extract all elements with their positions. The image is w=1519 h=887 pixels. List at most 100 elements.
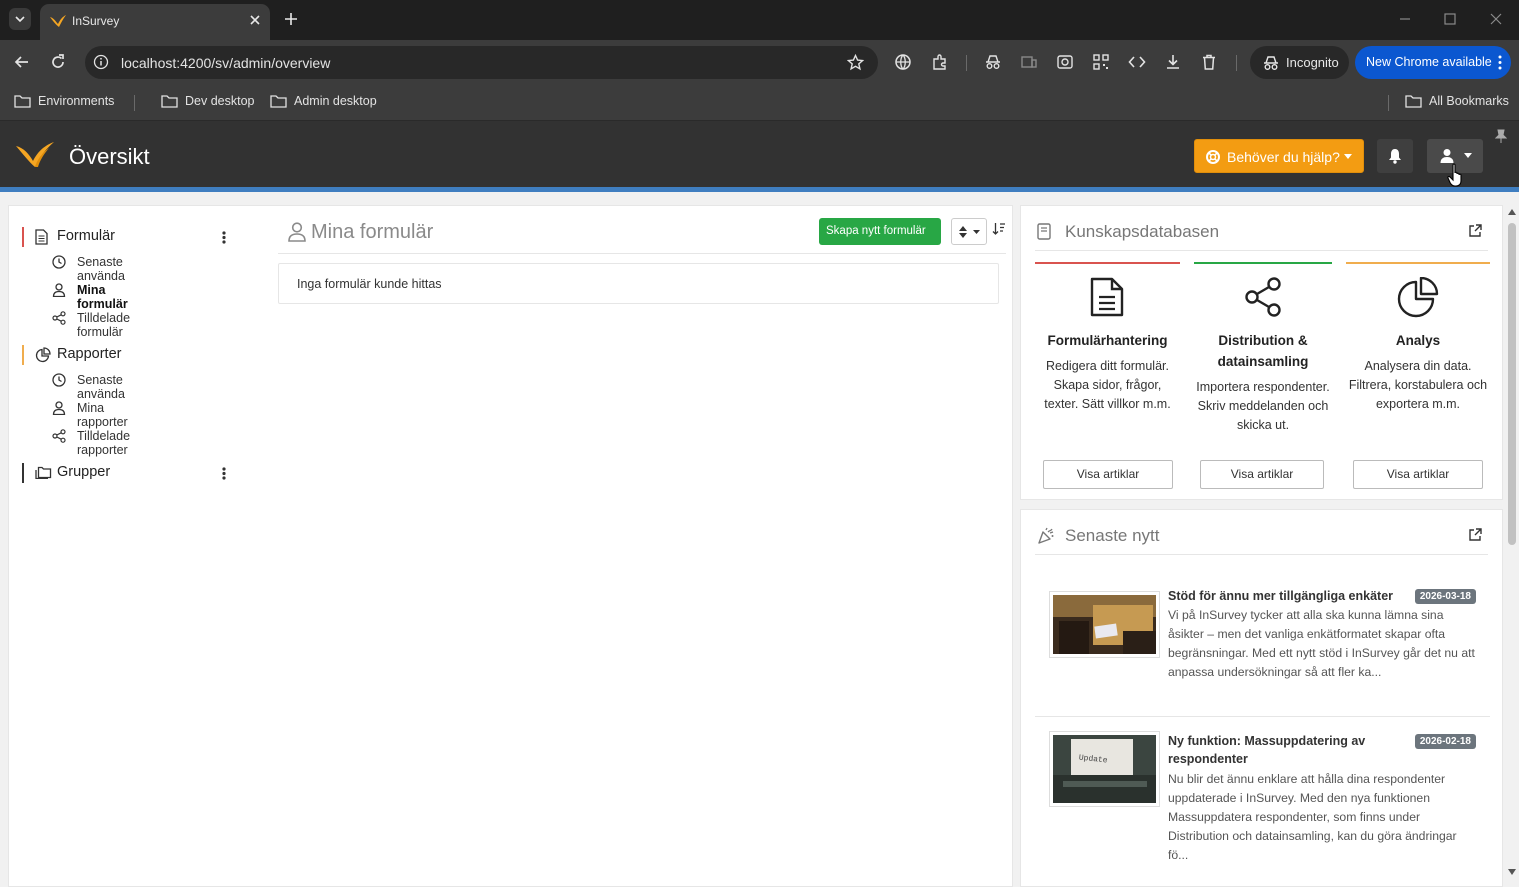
news-item[interactable]: Update Ny funktion: Massuppdatering av r… bbox=[1035, 717, 1490, 886]
knowledge-header: Kunskapsdatabasen bbox=[1021, 206, 1502, 251]
extensions-icon[interactable] bbox=[931, 53, 949, 71]
sidebar-item-label: Senaste använda bbox=[77, 373, 125, 401]
kebab-menu-icon bbox=[1498, 55, 1502, 70]
user-icon bbox=[288, 222, 306, 242]
book-icon bbox=[1037, 223, 1051, 240]
kb-color-bar bbox=[1194, 262, 1332, 264]
close-icon[interactable] bbox=[248, 13, 262, 27]
pie-chart-icon bbox=[1397, 277, 1439, 318]
news-item-title: Ny funktion: Massuppdatering av responde… bbox=[1168, 734, 1366, 766]
sidebar-item-label: Senaste använda bbox=[77, 255, 125, 283]
qr-code-icon[interactable] bbox=[1092, 53, 1110, 71]
hand-cursor-icon bbox=[1447, 163, 1462, 187]
new-chrome-button[interactable]: New Chrome available bbox=[1355, 46, 1511, 79]
code-icon[interactable] bbox=[1128, 53, 1146, 71]
bookmark-admin-desktop[interactable]: Admin desktop bbox=[270, 94, 377, 108]
sort-direction-icon[interactable] bbox=[992, 222, 1006, 236]
new-tab-icon[interactable] bbox=[283, 11, 299, 27]
kebab-menu-icon[interactable] bbox=[222, 231, 226, 244]
forms-header: Mina formulär Skapa nytt formulär bbox=[278, 206, 1006, 254]
kb-view-articles-button[interactable]: Visa artiklar bbox=[1353, 460, 1483, 489]
browser-tab[interactable]: InSurvey bbox=[40, 4, 270, 40]
main-panel: Formulär Senaste använda Mina formulär T… bbox=[8, 205, 1013, 887]
all-bookmarks[interactable]: All Bookmarks bbox=[1405, 94, 1509, 108]
pin-icon[interactable] bbox=[1495, 129, 1507, 143]
help-dropdown-button[interactable]: Behöver du hjälp? bbox=[1194, 139, 1364, 173]
maximize-icon[interactable] bbox=[1443, 12, 1457, 26]
bookmark-dev-desktop[interactable]: Dev desktop bbox=[161, 94, 254, 108]
caret-down-icon bbox=[1344, 154, 1352, 159]
bookmark-label: Admin desktop bbox=[294, 94, 377, 108]
sidebar-item-label: Tilldelade formulär bbox=[77, 311, 131, 339]
caret-down-icon bbox=[973, 230, 980, 234]
page-title: Översikt bbox=[69, 144, 150, 169]
clock-icon bbox=[52, 255, 66, 269]
scroll-down-arrow-icon[interactable] bbox=[1508, 869, 1516, 875]
folder-icon bbox=[161, 95, 178, 108]
file-icon bbox=[35, 229, 48, 245]
news-date-badge: 2026-03-18 bbox=[1414, 589, 1476, 604]
screenshot-icon[interactable] bbox=[1056, 53, 1074, 71]
address-bar[interactable]: localhost:4200/sv/admin/overview bbox=[85, 46, 878, 79]
folder-icon bbox=[270, 95, 287, 108]
tab-search-button[interactable] bbox=[9, 8, 31, 30]
back-arrow-icon[interactable] bbox=[13, 53, 31, 71]
device-icon[interactable] bbox=[1020, 53, 1038, 71]
party-popper-icon bbox=[1038, 527, 1054, 544]
insurvey-logo-icon[interactable] bbox=[16, 140, 54, 168]
incognito-icon bbox=[1264, 56, 1278, 70]
reload-icon[interactable] bbox=[49, 53, 67, 71]
kebab-menu-icon[interactable] bbox=[222, 467, 226, 480]
empty-state-text: Inga formulär kunde hittas bbox=[297, 277, 442, 291]
share-nodes-icon bbox=[1245, 277, 1281, 317]
share-icon bbox=[52, 311, 66, 325]
download-icon[interactable] bbox=[1164, 53, 1182, 71]
kb-view-articles-button[interactable]: Visa artiklar bbox=[1043, 460, 1173, 489]
bookmarks-bar: Environments Dev desktop Admin desktop A… bbox=[0, 85, 1519, 121]
incognito-label: Incognito bbox=[1286, 55, 1339, 70]
bookmark-star-icon[interactable] bbox=[847, 54, 864, 71]
scroll-thumb[interactable] bbox=[1508, 223, 1516, 545]
kb-column-desc: Redigera ditt formulär. Skapa sidor, frå… bbox=[1044, 359, 1171, 411]
translate-icon[interactable] bbox=[894, 53, 912, 71]
browser-toolbar: localhost:4200/sv/admin/overview Incogni… bbox=[0, 40, 1519, 85]
sidebar-section-label: Formulär bbox=[57, 228, 116, 244]
bookmark-label: Environments bbox=[38, 94, 115, 108]
window-close-icon[interactable] bbox=[1489, 12, 1503, 26]
incognito-badge[interactable]: Incognito bbox=[1250, 46, 1349, 79]
scroll-up-arrow-icon[interactable] bbox=[1508, 209, 1516, 215]
notifications-button[interactable] bbox=[1377, 139, 1413, 173]
browser-tabbar: InSurvey bbox=[0, 0, 1519, 40]
external-link-icon[interactable] bbox=[1469, 528, 1482, 541]
external-link-icon[interactable] bbox=[1469, 224, 1482, 237]
create-form-button[interactable]: Skapa nytt formulär bbox=[819, 218, 941, 245]
lifebuoy-icon bbox=[1206, 150, 1220, 164]
news-header: Senaste nytt bbox=[1021, 510, 1502, 555]
page-scrollbar[interactable] bbox=[1505, 205, 1519, 887]
sidebar-section-reports[interactable]: Rapporter bbox=[22, 345, 121, 365]
empty-state: Inga formulär kunde hittas bbox=[278, 263, 999, 304]
bookmark-label: Dev desktop bbox=[185, 94, 255, 108]
news-thumbnail: Update bbox=[1049, 731, 1160, 807]
news-item[interactable]: Stöd för ännu mer tillgängliga enkäter 2… bbox=[1035, 574, 1490, 714]
incognito-mini-icon[interactable] bbox=[984, 53, 1002, 71]
kb-column-title: Analys bbox=[1395, 333, 1441, 348]
sort-icon bbox=[959, 226, 967, 238]
sidebar-item-label: Tilldelade rapporter bbox=[77, 429, 131, 457]
sidebar-section-forms[interactable]: Formulär bbox=[22, 227, 226, 247]
kb-column-desc: Analysera din data. Filtrera, korstabule… bbox=[1348, 359, 1488, 411]
sort-dropdown[interactable] bbox=[951, 218, 987, 245]
sidebar-section-groups[interactable]: Grupper bbox=[22, 463, 226, 483]
site-info-icon[interactable] bbox=[93, 54, 109, 70]
trash-icon[interactable] bbox=[1200, 53, 1218, 71]
news-item-text: Vi på InSurvey tycker att alla ska kunna… bbox=[1168, 608, 1475, 679]
kb-view-articles-button[interactable]: Visa artiklar bbox=[1200, 460, 1324, 489]
kb-column-title: Formulärhantering bbox=[1047, 333, 1168, 348]
content-area: Formulär Senaste använda Mina formulär T… bbox=[0, 197, 1519, 887]
minimize-icon[interactable] bbox=[1398, 12, 1412, 26]
bookmark-environments[interactable]: Environments bbox=[14, 94, 114, 108]
sidebar-section-label: Rapporter bbox=[57, 346, 122, 362]
help-label: Behöver du hjälp? bbox=[1227, 149, 1340, 165]
right-column: Kunskapsdatabasen Formulärhantering Redi… bbox=[1020, 205, 1503, 887]
share-icon bbox=[52, 429, 66, 443]
